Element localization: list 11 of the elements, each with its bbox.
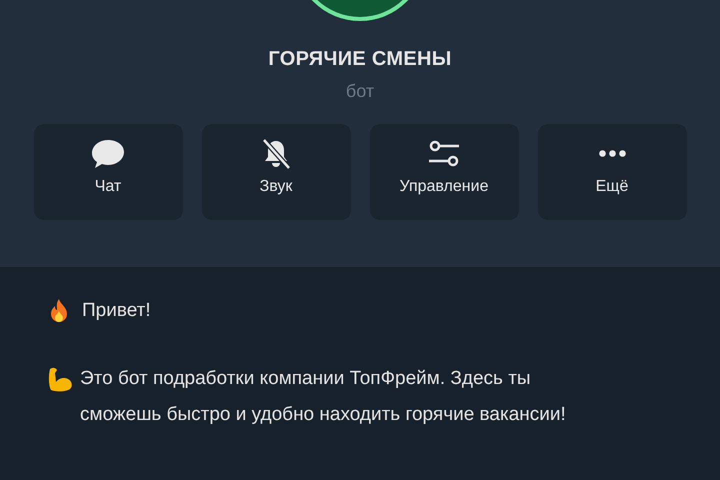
flexed-arm-icon: [46, 365, 74, 393]
description-text: Это бот подработки компании ТопФрейм. Здесь ты сможешь быстро и удобно находить горячие вакансии!: [80, 367, 567, 427]
chat-bubble-icon: [90, 138, 126, 170]
description-text: Привет!: [82, 299, 151, 323]
more-icon: [598, 150, 626, 157]
chat-button[interactable]: Чат: [34, 124, 182, 220]
mute-button[interactable]: Звук: [202, 124, 350, 220]
profile-name: ГОРЯЧИЕ СМЕНЫ: [268, 48, 452, 71]
manage-button[interactable]: Управление: [370, 124, 518, 220]
profile-status: бот: [346, 81, 374, 102]
more-button[interactable]: Ещё: [538, 124, 686, 220]
